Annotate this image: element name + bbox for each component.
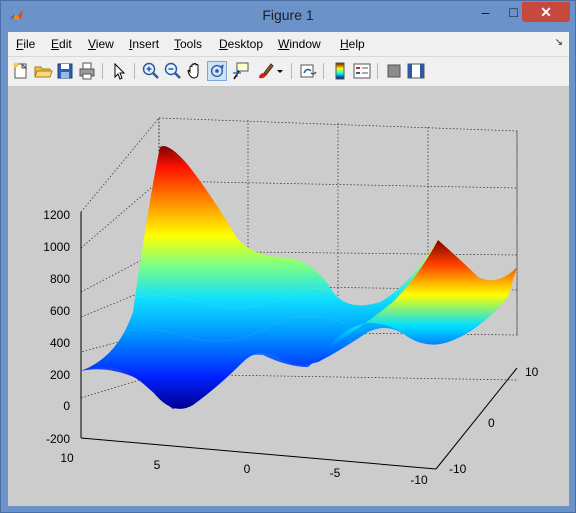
menu-view-mnemonic: V xyxy=(88,37,96,51)
z-tick-label: 800 xyxy=(50,272,70,286)
x-tick-label: -5 xyxy=(330,466,341,480)
zoom-out-icon[interactable] xyxy=(163,61,183,81)
brush-icon[interactable] xyxy=(255,61,275,81)
show-plot-tools-icon[interactable] xyxy=(406,61,426,81)
z-tick-label: 400 xyxy=(50,336,70,350)
y-tick-label: 10 xyxy=(525,365,539,379)
close-button[interactable]: ✕ xyxy=(522,2,570,22)
save-icon[interactable] xyxy=(55,61,75,81)
hide-plot-tools-icon[interactable] xyxy=(384,61,404,81)
minimize-button[interactable]: – xyxy=(472,2,499,22)
menu-desktop-label: esktop xyxy=(227,37,264,51)
toolbar-separator xyxy=(377,63,378,79)
menu-window-label: indow xyxy=(289,37,321,51)
menu-bar: File Edit View Insert Tools Desktop Wind… xyxy=(8,32,569,57)
menu-tools[interactable]: Tools xyxy=(174,37,202,51)
toolbar-separator xyxy=(291,63,292,79)
edit-plot-arrow-icon[interactable] xyxy=(109,61,129,81)
surface-plot[interactable]: 1200 1000 800 600 400 200 0 -200 10 5 0 … xyxy=(8,87,569,506)
z-tick-label: 600 xyxy=(50,304,70,318)
z-axis-ticks: 1200 1000 800 600 400 200 0 -200 xyxy=(43,208,70,446)
surface-mesh xyxy=(81,146,517,409)
menu-edit-mnemonic: E xyxy=(51,37,60,51)
menu-insert-label: nsert xyxy=(132,37,160,51)
title-bar[interactable]: Figure 1 – □ ✕ xyxy=(1,1,575,31)
x-tick-label: 10 xyxy=(60,451,74,465)
print-icon[interactable] xyxy=(77,61,97,81)
dock-arrow-icon[interactable]: ↘ xyxy=(555,37,563,48)
menu-help[interactable]: Help xyxy=(340,37,365,51)
data-cursor-icon[interactable] xyxy=(231,61,251,81)
menu-insert[interactable]: Insert xyxy=(129,37,159,51)
zoom-in-icon[interactable] xyxy=(141,61,161,81)
link-plot-icon[interactable] xyxy=(298,61,318,81)
figure-window: Figure 1 – □ ✕ File Edit View Insert Too… xyxy=(0,0,576,513)
x-tick-label: 5 xyxy=(154,458,161,472)
y-axis-ticks: -10 0 10 xyxy=(449,365,539,476)
menu-file-label: ile xyxy=(23,37,36,51)
rotate-3d-icon[interactable] xyxy=(207,61,227,81)
menu-window-mnemonic: W xyxy=(278,37,290,51)
new-figure-icon[interactable] xyxy=(11,61,31,81)
menu-help-mnemonic: H xyxy=(340,37,349,51)
menu-desktop-mnemonic: D xyxy=(219,37,228,51)
z-tick-label: 0 xyxy=(63,399,70,413)
menu-help-label: elp xyxy=(348,37,365,51)
menu-view-label: iew xyxy=(95,37,114,51)
y-tick-label: -10 xyxy=(449,462,467,476)
figure-canvas[interactable]: 1200 1000 800 600 400 200 0 -200 10 5 0 … xyxy=(8,87,569,506)
z-tick-label: 200 xyxy=(50,368,70,382)
y-tick-label: 0 xyxy=(488,416,495,430)
menu-edit-label: dit xyxy=(59,37,72,51)
insert-legend-icon[interactable] xyxy=(352,61,372,81)
x-axis-ticks: 10 5 0 -5 -10 xyxy=(60,451,428,487)
open-file-icon[interactable] xyxy=(33,61,53,81)
menu-desktop[interactable]: Desktop xyxy=(219,37,263,51)
toolbar-separator xyxy=(102,63,103,79)
x-tick-label: -10 xyxy=(410,473,428,487)
toolbar-separator xyxy=(134,63,135,79)
z-tick-label: 1000 xyxy=(43,240,70,254)
pan-hand-icon[interactable] xyxy=(185,61,205,81)
toolbar-separator xyxy=(323,63,324,79)
menu-window[interactable]: Window xyxy=(278,37,321,51)
menu-edit[interactable]: Edit xyxy=(51,37,72,51)
menu-file[interactable]: File xyxy=(16,37,35,51)
insert-colorbar-icon[interactable] xyxy=(330,61,350,81)
x-tick-label: 0 xyxy=(244,462,251,476)
brush-dropdown-icon[interactable] xyxy=(275,61,285,81)
z-tick-label: 1200 xyxy=(43,208,70,222)
menu-tools-label: ools xyxy=(180,37,203,51)
z-tick-label: -200 xyxy=(46,432,70,446)
menu-view[interactable]: View xyxy=(88,37,114,51)
figure-toolbar xyxy=(8,57,569,87)
